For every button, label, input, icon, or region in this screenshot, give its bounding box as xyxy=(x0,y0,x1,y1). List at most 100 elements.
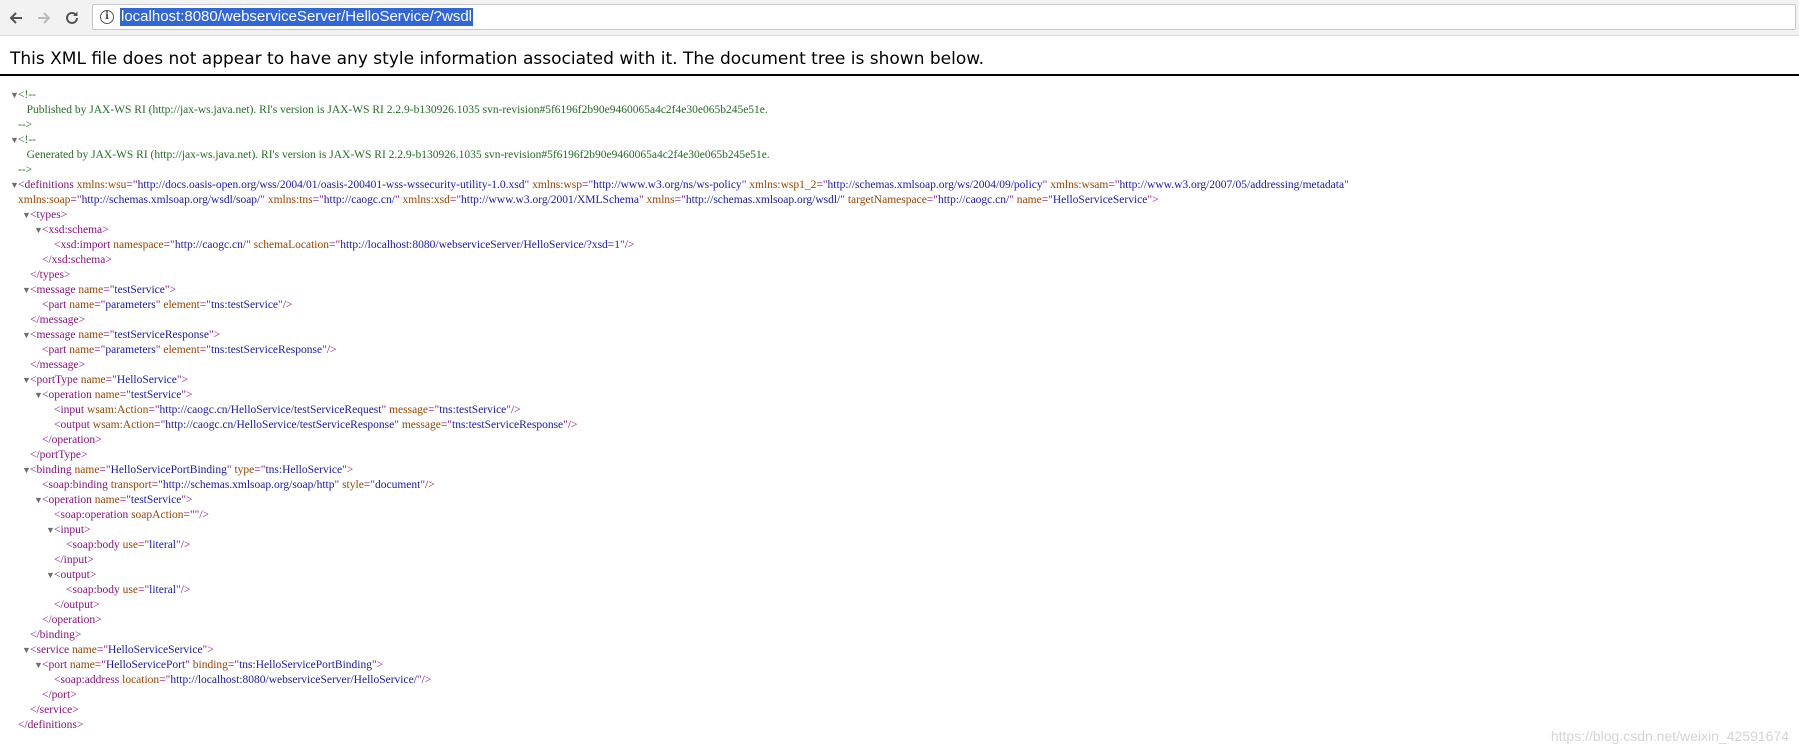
xml-line: Generated by JAX-WS RI (http://jax-ws.ja… xyxy=(10,148,770,163)
xml-token: " xyxy=(840,194,848,206)
toggle-spacer xyxy=(10,103,18,118)
xml-line: <soap:address location="http://localhost… xyxy=(46,673,431,688)
xml-token: </operation> xyxy=(42,434,102,446)
xml-token: =" xyxy=(119,494,131,506)
xml-token: <message xyxy=(30,329,79,341)
xml-token: <soap:binding xyxy=(42,479,111,491)
toggle-spacer xyxy=(10,148,18,163)
collapse-toggle-icon[interactable]: ▼ xyxy=(10,133,19,148)
xml-line: </binding> xyxy=(22,628,81,643)
xml-token: =" xyxy=(154,419,166,431)
xml-token: " xyxy=(524,179,533,191)
xml-token: name xyxy=(94,389,120,401)
xml-token: http://caogc.cn/ xyxy=(174,239,247,251)
collapse-toggle-icon[interactable]: ▼ xyxy=(34,388,43,403)
back-button[interactable] xyxy=(6,8,26,28)
xml-token: =" xyxy=(312,194,324,206)
arrow-right-icon xyxy=(38,12,51,24)
xml-token: parameters xyxy=(105,344,156,356)
xml-token: element xyxy=(163,344,200,356)
xml-token: <part xyxy=(42,344,70,356)
xml-line: </portType> xyxy=(22,448,88,463)
xml-line: ▼<binding name="HelloServicePortBinding"… xyxy=(22,463,353,478)
xml-token: name xyxy=(74,464,100,476)
xml-token: "> xyxy=(181,389,193,401)
collapse-toggle-icon[interactable]: ▼ xyxy=(46,523,55,538)
xml-token: name xyxy=(78,284,104,296)
xml-token: </input> xyxy=(54,554,94,566)
toggle-spacer xyxy=(46,403,54,418)
toggle-spacer xyxy=(10,163,18,178)
xml-line: Published by JAX-WS RI (http://jax-ws.ja… xyxy=(10,103,768,118)
xml-token: =" xyxy=(1041,194,1053,206)
address-url[interactable]: localhost:8080/webserviceServer/HelloSer… xyxy=(120,8,473,26)
collapse-toggle-icon[interactable]: ▼ xyxy=(34,223,43,238)
xml-token: <output xyxy=(54,419,93,431)
xml-token: --> xyxy=(18,164,33,176)
xml-token: <definitions xyxy=(18,179,77,191)
collapse-toggle-icon[interactable]: ▼ xyxy=(22,373,31,388)
collapse-toggle-icon[interactable]: ▼ xyxy=(22,208,31,223)
info-icon[interactable]: i xyxy=(100,10,114,24)
xml-line: <input wsam:Action="http://caogc.cn/Hell… xyxy=(46,403,521,418)
xml-token: parameters xyxy=(105,299,156,311)
xml-token: use xyxy=(122,539,138,551)
xml-token: "/> xyxy=(176,539,191,551)
xml-token: "> xyxy=(371,659,384,671)
collapse-toggle-icon[interactable]: ▼ xyxy=(34,493,43,508)
watermark: https://blog.csdn.net/weixin_42591674 xyxy=(1550,728,1789,744)
xml-token: =" xyxy=(363,479,375,491)
xml-token: " xyxy=(1009,194,1017,206)
xml-token: "> xyxy=(181,494,193,506)
xml-token: =" xyxy=(148,404,160,416)
toggle-spacer xyxy=(22,628,30,643)
xml-line: </operation> xyxy=(34,433,102,448)
xml-token: xmlns:wsu xyxy=(76,179,127,191)
xml-token: =" xyxy=(151,479,163,491)
xml-token: message xyxy=(401,419,441,431)
collapse-toggle-icon[interactable]: ▼ xyxy=(22,643,31,658)
collapse-toggle-icon[interactable]: ▼ xyxy=(10,88,19,103)
xml-token: =" xyxy=(70,194,82,206)
xml-token: name xyxy=(69,344,95,356)
collapse-toggle-icon[interactable]: ▼ xyxy=(34,658,43,673)
xml-line: </service> xyxy=(22,703,79,718)
collapse-toggle-icon[interactable]: ▼ xyxy=(46,568,55,583)
xml-line: </definitions> xyxy=(10,718,83,733)
xml-token: =" xyxy=(227,659,240,671)
xml-line: <output wsam:Action="http://caogc.cn/Hel… xyxy=(46,418,578,433)
xml-token: =" xyxy=(105,374,117,386)
xml-line: </port> xyxy=(34,688,77,703)
xml-token: " xyxy=(394,419,402,431)
xml-line: ▼<types> xyxy=(22,208,67,223)
xml-token: </port> xyxy=(42,689,77,701)
toggle-spacer xyxy=(34,478,42,493)
toggle-spacer xyxy=(22,313,30,328)
xml-token: testService xyxy=(114,284,165,296)
toggle-spacer xyxy=(34,253,42,268)
xml-line: ▼<operation name="testService"> xyxy=(34,388,193,403)
xml-token: http://schemas.xmlsoap.org/wsdl/soap/ xyxy=(81,194,261,206)
xml-token: Published by JAX-WS RI (http://jax-ws.ja… xyxy=(18,104,768,116)
forward-button[interactable] xyxy=(34,8,54,28)
xml-token: <!-- xyxy=(18,89,36,101)
xml-token: http://localhost:8080/webserviceServer/H… xyxy=(340,239,621,251)
xml-token: <message xyxy=(30,284,79,296)
collapse-toggle-icon[interactable]: ▼ xyxy=(22,283,31,298)
toggle-spacer xyxy=(22,703,30,718)
xml-token: </types> xyxy=(30,269,71,281)
collapse-toggle-icon[interactable]: ▼ xyxy=(22,328,31,343)
xml-token: literal xyxy=(149,584,176,596)
xml-token: =" xyxy=(199,344,211,356)
xml-token: =" xyxy=(103,284,115,296)
xml-token: "/> xyxy=(416,674,432,686)
toggle-spacer xyxy=(46,418,54,433)
reload-button[interactable] xyxy=(62,8,82,28)
xml-token: HelloService xyxy=(116,374,177,386)
address-bar[interactable]: i localhost:8080/webserviceServer/HelloS… xyxy=(92,4,1796,30)
collapse-toggle-icon[interactable]: ▼ xyxy=(10,178,19,193)
xml-token: http://docs.oasis-open.org/wss/2004/01/o… xyxy=(137,179,525,191)
xml-token: name xyxy=(94,494,120,506)
collapse-toggle-icon[interactable]: ▼ xyxy=(22,463,31,478)
xml-token: </definitions> xyxy=(18,719,84,731)
